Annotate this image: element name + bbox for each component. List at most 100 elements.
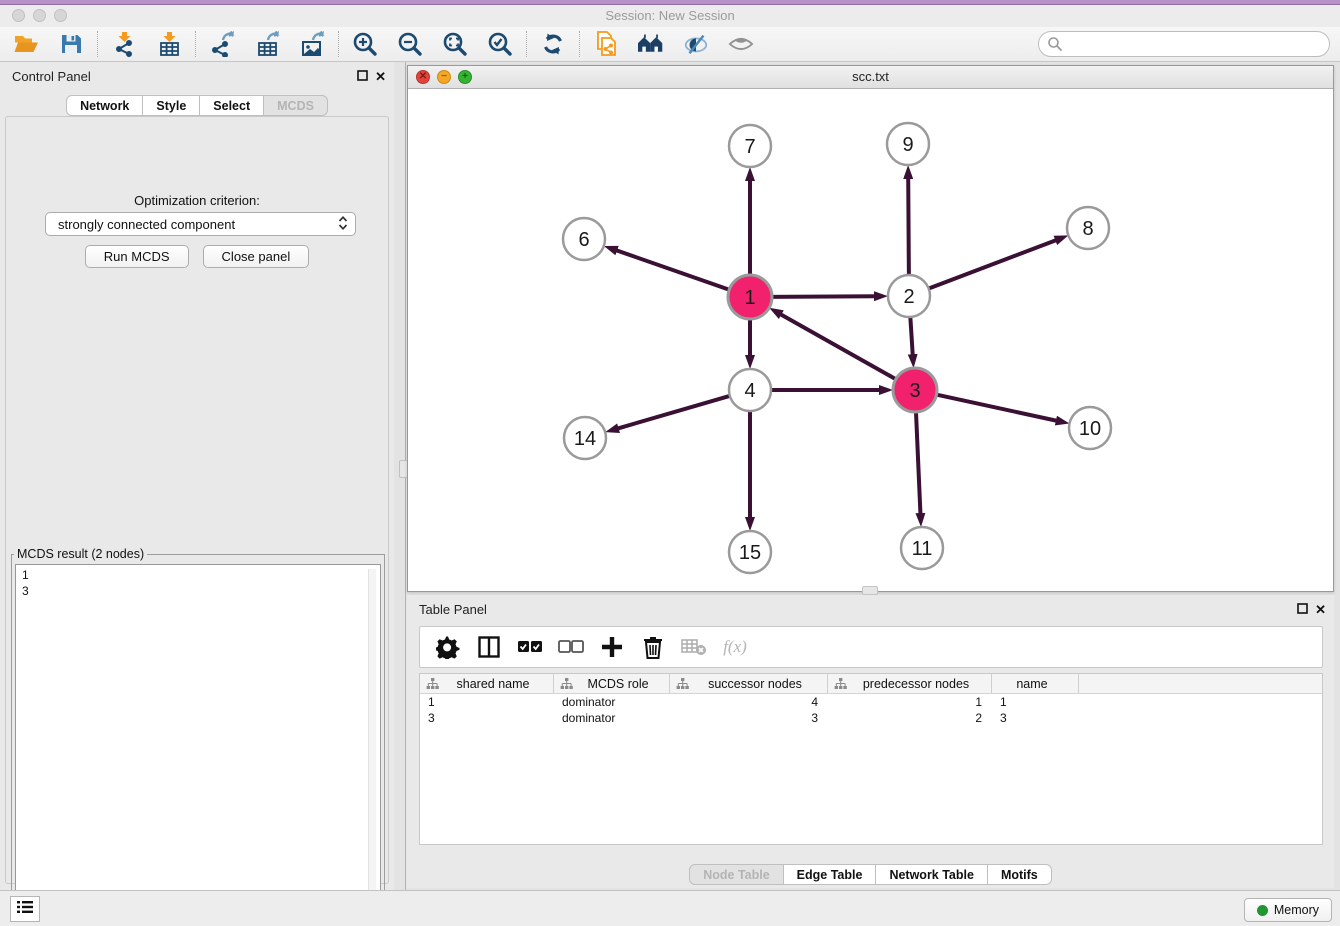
- deselect-all-icon[interactable]: [558, 634, 584, 660]
- column-header-MCDS-role[interactable]: MCDS role: [554, 674, 670, 693]
- zoom-in-icon[interactable]: [352, 31, 378, 57]
- gear-icon[interactable]: [435, 634, 461, 660]
- run-mcds-button[interactable]: Run MCDS: [85, 245, 189, 268]
- svg-text:8: 8: [1082, 218, 1093, 240]
- svg-text:15: 15: [739, 542, 761, 564]
- table-cell[interactable]: dominator: [554, 710, 670, 726]
- show-eye-icon[interactable]: [728, 31, 754, 57]
- svg-text:10: 10: [1079, 418, 1101, 440]
- graph-node-8[interactable]: 8: [1067, 207, 1109, 249]
- table-panel-title: Table Panel: [419, 602, 487, 617]
- tab-network-table[interactable]: Network Table: [875, 864, 988, 885]
- trash-icon[interactable]: [640, 634, 666, 660]
- zoom-fit-icon[interactable]: [442, 31, 468, 57]
- graph-node-10[interactable]: 10: [1069, 407, 1111, 449]
- table-cell[interactable]: 1: [992, 694, 1079, 710]
- zoom-out-icon[interactable]: [397, 31, 423, 57]
- mcds-result-text: 1 3: [15, 564, 381, 926]
- graph-node-1[interactable]: 1: [728, 275, 772, 319]
- tab-motifs[interactable]: Motifs: [987, 864, 1052, 885]
- dropdown-value: strongly connected component: [58, 217, 235, 232]
- application-window: Session: New Session Control Panel ✕ Net…: [0, 0, 1340, 926]
- table-cell[interactable]: 3: [420, 710, 554, 726]
- memory-label: Memory: [1274, 903, 1319, 917]
- export-image-icon[interactable]: [299, 31, 325, 57]
- graph-edge-1-2[interactable]: [770, 296, 876, 297]
- import-network-icon[interactable]: [111, 31, 137, 57]
- column-header-predecessor-nodes[interactable]: predecessor nodes: [828, 674, 992, 693]
- graph-node-7[interactable]: 7: [729, 125, 771, 167]
- tab-node-table[interactable]: Node Table: [689, 864, 783, 885]
- table-cell[interactable]: 4: [670, 694, 828, 710]
- graph-edge-3-10[interactable]: [935, 394, 1058, 421]
- export-network-icon[interactable]: [209, 31, 235, 57]
- export-table-icon[interactable]: [254, 31, 280, 57]
- graph-edge-2-8[interactable]: [927, 240, 1057, 290]
- refresh-icon[interactable]: [540, 31, 566, 57]
- table-row[interactable]: 1dominator411: [420, 694, 1322, 710]
- open-folder-icon[interactable]: [13, 31, 39, 57]
- graph-node-2[interactable]: 2: [888, 275, 930, 317]
- graph-node-15[interactable]: 15: [729, 531, 771, 573]
- graph-edge-2-3[interactable]: [910, 315, 913, 356]
- memory-button[interactable]: Memory: [1244, 898, 1332, 922]
- table-cell[interactable]: 3: [670, 710, 828, 726]
- delete-table-icon: [681, 634, 707, 660]
- tab-select[interactable]: Select: [199, 95, 264, 116]
- column-header-shared-name[interactable]: shared name: [420, 674, 554, 693]
- graph-node-4[interactable]: 4: [729, 369, 771, 411]
- close-panel-icon[interactable]: ✕: [375, 69, 386, 85]
- main-toolbar: [0, 27, 1340, 62]
- table-toolbar: f(x): [419, 626, 1323, 668]
- graph-node-11[interactable]: 11: [901, 527, 943, 569]
- table-panel-header: Table Panel ✕: [407, 595, 1334, 623]
- graph-node-6[interactable]: 6: [563, 218, 605, 260]
- import-table-icon[interactable]: [156, 31, 182, 57]
- save-icon[interactable]: [58, 31, 84, 57]
- graph-node-9[interactable]: 9: [887, 123, 929, 165]
- close-panel-button[interactable]: Close panel: [203, 245, 310, 268]
- tab-network[interactable]: Network: [66, 95, 143, 116]
- titlebar: Session: New Session: [0, 5, 1340, 27]
- svg-text:4: 4: [744, 380, 755, 402]
- clipboard-network-icon[interactable]: [593, 31, 619, 57]
- float-panel-icon[interactable]: [357, 68, 368, 86]
- task-history-button[interactable]: [10, 896, 40, 922]
- add-row-icon[interactable]: [599, 634, 625, 660]
- table-tabs: Node TableEdge TableNetwork TableMotifs: [407, 864, 1334, 885]
- graph-node-14[interactable]: 14: [564, 417, 606, 459]
- table-cell[interactable]: dominator: [554, 694, 670, 710]
- float-table-panel-icon[interactable]: [1297, 601, 1308, 619]
- horizontal-splitter-handle[interactable]: [862, 586, 878, 595]
- table-row[interactable]: 3dominator323: [420, 710, 1322, 726]
- network-canvas[interactable]: 7 9 6 8 1 2 4 3 14 10 15 11: [408, 89, 1333, 591]
- optimization-criterion-select[interactable]: strongly connected component: [45, 212, 356, 236]
- mcds-result-legend: MCDS result (2 nodes): [14, 547, 147, 561]
- column-header-name[interactable]: name: [992, 674, 1079, 693]
- select-all-icon[interactable]: [517, 634, 543, 660]
- table-cell[interactable]: 1: [420, 694, 554, 710]
- zoom-selected-icon[interactable]: [487, 31, 513, 57]
- graph-node-3[interactable]: 3: [893, 368, 937, 412]
- table-cell[interactable]: 2: [828, 710, 992, 726]
- tab-style[interactable]: Style: [142, 95, 200, 116]
- svg-text:2: 2: [903, 286, 914, 308]
- search-icon: [1047, 36, 1063, 57]
- graph-edge-4-14[interactable]: [617, 395, 732, 429]
- tab-mcds[interactable]: MCDS: [263, 95, 328, 116]
- network-window-titlebar[interactable]: ✕ − + scc.txt: [408, 66, 1333, 89]
- table-cell[interactable]: 1: [828, 694, 992, 710]
- hide-eye-icon[interactable]: [683, 31, 709, 57]
- homes-icon[interactable]: [638, 31, 664, 57]
- graph-edge-3-11[interactable]: [916, 410, 921, 515]
- result-scrollbar[interactable]: [368, 569, 376, 921]
- graph-edge-2-9[interactable]: [908, 177, 909, 277]
- close-table-panel-icon[interactable]: ✕: [1315, 602, 1326, 618]
- split-columns-icon[interactable]: [476, 634, 502, 660]
- graph-edge-3-1[interactable]: [780, 314, 898, 381]
- tab-edge-table[interactable]: Edge Table: [783, 864, 877, 885]
- graph-edge-1-6[interactable]: [615, 250, 731, 291]
- table-cell[interactable]: 3: [992, 710, 1079, 726]
- column-header-successor-nodes[interactable]: successor nodes: [670, 674, 828, 693]
- search-input[interactable]: [1038, 31, 1330, 57]
